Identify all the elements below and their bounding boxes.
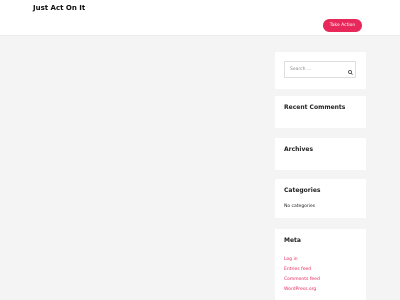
meta-link-log-in[interactable]: Log in: [284, 255, 320, 265]
search-widget: Search …: [275, 52, 366, 89]
meta-widget: Meta Log in Entries feed Comments feed W…: [275, 229, 366, 300]
search-input[interactable]: Search …: [284, 61, 356, 78]
meta-link-wordpress-org[interactable]: WordPress.org: [284, 285, 320, 295]
search-placeholder: Search …: [290, 67, 312, 72]
meta-links: Log in Entries feed Comments feed WordPr…: [284, 255, 320, 295]
categories-title: Categories: [284, 187, 321, 194]
site-header: Just Act On It Take Action: [0, 0, 400, 36]
categories-widget: Categories No categories: [275, 179, 366, 218]
no-categories-text: No categories: [284, 204, 316, 209]
search-icon[interactable]: [348, 70, 353, 75]
take-action-button[interactable]: Take Action: [323, 19, 362, 32]
meta-link-comments-feed[interactable]: Comments feed: [284, 275, 320, 285]
archives-title: Archives: [284, 146, 314, 153]
recent-comments-title: Recent Comments: [284, 104, 346, 111]
recent-comments-widget: Recent Comments: [275, 96, 366, 128]
site-title[interactable]: Just Act On It: [33, 4, 85, 12]
archives-widget: Archives: [275, 138, 366, 170]
meta-link-entries-feed[interactable]: Entries feed: [284, 265, 320, 275]
meta-title: Meta: [284, 237, 301, 244]
